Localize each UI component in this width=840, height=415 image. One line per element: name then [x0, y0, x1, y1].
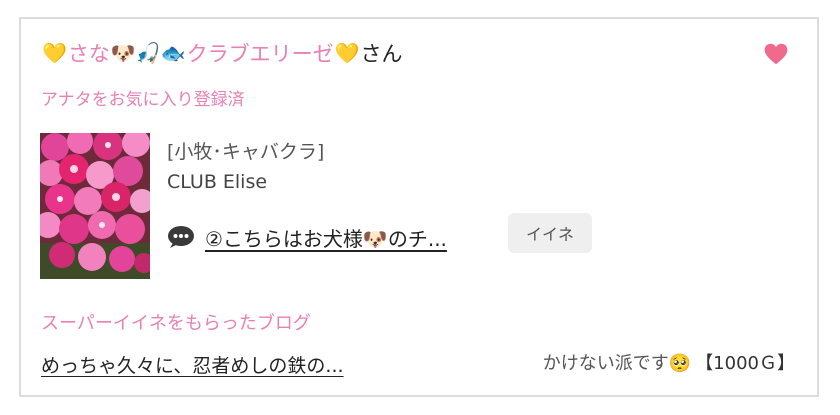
honorific: さん	[360, 42, 403, 66]
message-link[interactable]: ②こちらはお犬様🐶のチ...	[205, 223, 447, 252]
favorite-status-note: アナタをお気に入り登録済	[41, 90, 245, 110]
shop-thumbnail-image[interactable]	[40, 133, 150, 279]
heart-icon[interactable]	[763, 41, 789, 67]
user-name-part2: クラブエリーゼ	[186, 42, 334, 66]
super-iine-comment: かけない派です🥺	[542, 353, 692, 374]
blog-title-link[interactable]: めっちゃ久々に、忍者めしの鉄の...	[41, 351, 344, 378]
yellow-heart-icon: 💛	[42, 41, 67, 65]
user-name-part1: さな	[67, 42, 110, 66]
user-card: 💛 さな 🐶🎣🐟 クラブエリーゼ 💛 さん アナタをお気に入り登録済 [小牧･キ…	[19, 17, 819, 397]
super-iine-amount: 【1000Ｇ】	[695, 353, 795, 374]
shop-category: [小牧･キャバクラ]	[167, 141, 325, 163]
yellow-heart-icon: 💛	[334, 41, 360, 65]
message-row: ②こちらはお犬様🐶のチ...	[167, 221, 447, 253]
super-iine-detail: かけない派です🥺 【1000Ｇ】	[543, 349, 795, 375]
user-name[interactable]: 💛 さな 🐶🎣🐟 クラブエリーゼ 💛 さん	[41, 39, 403, 67]
speech-bubble-icon	[168, 226, 194, 248]
dog-fishing-fish-icons: 🐶🎣🐟	[110, 41, 186, 65]
super-iine-heading: スーパーイイネをもらったブログ	[41, 313, 311, 334]
shop-name-link[interactable]: CLUB Elise	[167, 171, 267, 193]
iine-button[interactable]: イイネ	[508, 213, 592, 253]
